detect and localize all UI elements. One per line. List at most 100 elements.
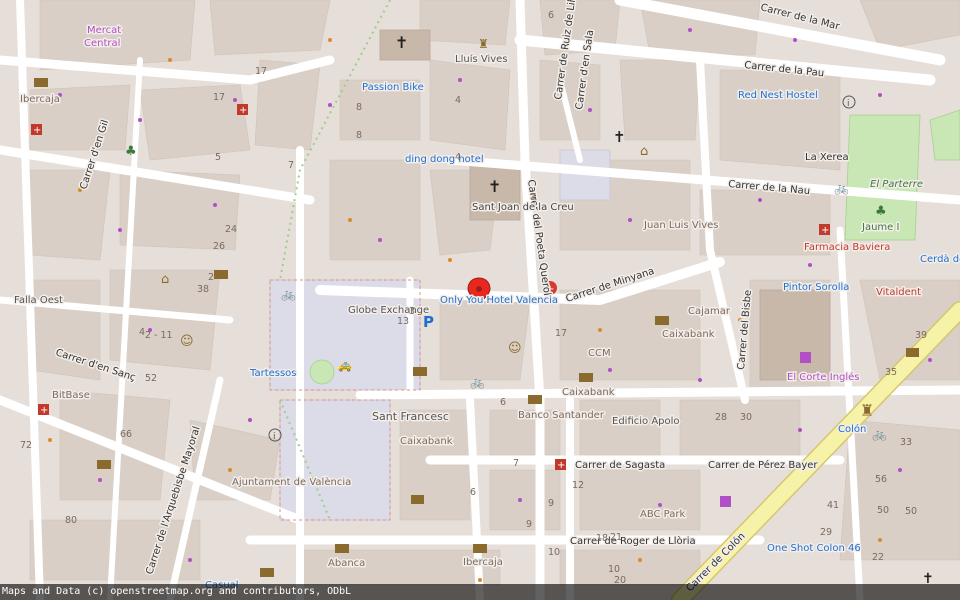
house-number: 52 (145, 373, 157, 384)
church-icon[interactable]: ✝ (395, 33, 408, 52)
house-number: 3 (409, 306, 415, 317)
place-label[interactable]: Juan Luis Vives (642, 219, 721, 233)
place-label[interactable]: Abanca (327, 557, 367, 571)
shop-icon[interactable] (800, 352, 811, 363)
museum-icon[interactable]: ⌂ (640, 144, 648, 159)
post-icon[interactable] (906, 348, 919, 357)
bicycle-icon[interactable]: 🚲 (470, 375, 485, 389)
house-number: 10 (608, 564, 620, 575)
svg-text:+: + (821, 225, 829, 236)
place-label[interactable]: El Parterre (869, 178, 925, 192)
bicycle-icon[interactable]: 🚲 (281, 287, 296, 301)
pharmacy-icon[interactable]: + (38, 404, 49, 416)
post-icon[interactable] (411, 495, 424, 504)
bank-icon[interactable] (97, 460, 111, 469)
svg-text:i: i (847, 99, 850, 109)
place-label[interactable]: Cajamar (687, 305, 733, 319)
church-icon[interactable]: ✝ (488, 177, 501, 196)
place-label[interactable]: Central (83, 37, 122, 51)
bicycle-icon[interactable]: 🚲 (834, 181, 849, 195)
street-label: La Xerea (805, 152, 849, 163)
house-number: 66 (120, 429, 132, 440)
house-number: 6 (500, 397, 506, 408)
map-canvas[interactable]: ✝ ✝ ✝ ✝ + + + + + + P i i ☺ ☺ ⌂ ⌂ ♜ ♜ 🚲 … (0, 0, 960, 600)
place-label[interactable]: Colón (837, 422, 868, 437)
svg-text:♜: ♜ (860, 401, 874, 420)
bicycle-icon[interactable]: 🚲 (872, 427, 887, 441)
house-number: 2 - 11 (145, 330, 173, 341)
svg-text:☺: ☺ (180, 334, 194, 349)
bank-icon[interactable] (214, 270, 228, 279)
house-number: 8 (356, 130, 362, 141)
monument-icon[interactable]: ♜ (478, 37, 489, 51)
museum-icon[interactable]: ⌂ (161, 272, 169, 287)
pharmacy-icon[interactable]: + (819, 224, 830, 236)
place-label[interactable]: Ajuntament de València (231, 475, 353, 490)
bank-icon[interactable] (528, 395, 542, 404)
house-number: 8 (356, 102, 362, 113)
bank-icon[interactable] (335, 544, 349, 553)
place-label[interactable]: BitBase (51, 389, 92, 403)
place-label[interactable]: Lluís Vives (454, 52, 510, 67)
house-number: 35 (885, 367, 897, 378)
bank-icon[interactable] (473, 544, 487, 553)
theatre-icon[interactable]: ☺ (508, 341, 522, 356)
bank-icon[interactable] (579, 373, 593, 382)
place-label[interactable]: Mercat (86, 24, 123, 38)
place-label[interactable]: Only You Hotel Valencia (439, 294, 560, 308)
place-label[interactable]: Ibercaja (19, 93, 62, 107)
place-label[interactable]: Vitaldent (875, 286, 923, 300)
place-label[interactable]: Ibercaja (462, 556, 505, 570)
svg-text:♜: ♜ (478, 37, 489, 51)
place-label[interactable]: Banco Santander (517, 409, 607, 423)
place-label[interactable]: Jaume I (860, 221, 901, 235)
place-label[interactable]: Globe Exchange (347, 304, 431, 318)
svg-text:🚲: 🚲 (872, 427, 887, 441)
place-label[interactable]: Edificio Apolo (611, 415, 682, 429)
place-label[interactable]: Caixabank (561, 386, 617, 400)
pharmacy-icon[interactable]: + (555, 459, 566, 471)
bank-icon[interactable] (260, 568, 274, 577)
pharmacy-icon[interactable]: + (31, 124, 42, 136)
park-tree-icon[interactable]: ♣ (125, 144, 137, 159)
place-label[interactable]: Sant Francesc (371, 409, 451, 425)
svg-text:+: + (40, 405, 48, 416)
house-number: 33 (900, 437, 912, 448)
house-number: 12 (572, 480, 584, 491)
map-attribution: Maps and Data (c) openstreetmap.org and … (0, 584, 960, 600)
place-label[interactable]: Passion Bike (361, 81, 426, 95)
taxi-icon[interactable]: 🚕 (337, 358, 352, 372)
place-label[interactable]: Farmacia Baviera (803, 241, 892, 255)
svg-text:✝: ✝ (613, 128, 626, 146)
place-label[interactable]: Cerdà de Tallac - Colón (919, 252, 960, 267)
monument-icon[interactable]: ♜ (860, 401, 874, 420)
place-label[interactable]: El Corte Inglés (786, 370, 862, 385)
street-label: Carrer de Roger de Llòria (570, 535, 696, 547)
place-label[interactable]: Sant Joan de la Creu (471, 201, 576, 215)
house-number: 4 (455, 95, 461, 106)
park-tree-icon[interactable]: ♣ (875, 204, 887, 219)
place-label[interactable]: Red Nest Hostel (737, 89, 820, 103)
theatre-icon[interactable]: ☺ (180, 334, 194, 349)
bank-icon[interactable] (655, 316, 669, 325)
house-number: 80 (65, 515, 77, 526)
place-label[interactable]: Pintor Sorolla (782, 281, 851, 295)
place-label[interactable]: Falla Oest (13, 294, 65, 308)
street-label: Carrer de Sagasta (575, 460, 665, 471)
place-label[interactable]: CCM (587, 347, 613, 361)
place-label[interactable]: ABC Park (639, 508, 688, 522)
bank-icon[interactable] (413, 367, 427, 376)
svg-text:+: + (239, 105, 247, 116)
house-number: 17 (213, 92, 225, 103)
house-number: 3 (530, 192, 536, 203)
place-label[interactable]: ding dong hotel (404, 153, 486, 167)
church-icon[interactable]: ✝ (613, 128, 626, 146)
place-label[interactable]: One Shot Colon 46 (766, 542, 863, 556)
place-label[interactable]: Tartessos (248, 367, 299, 381)
bank-icon[interactable] (34, 78, 48, 87)
place-label[interactable]: Caixabank (399, 435, 455, 449)
svg-text:♣: ♣ (875, 204, 887, 219)
place-label[interactable]: Caixabank (661, 328, 717, 342)
shop-icon[interactable] (720, 496, 731, 507)
pharmacy-icon[interactable]: + (237, 104, 248, 116)
